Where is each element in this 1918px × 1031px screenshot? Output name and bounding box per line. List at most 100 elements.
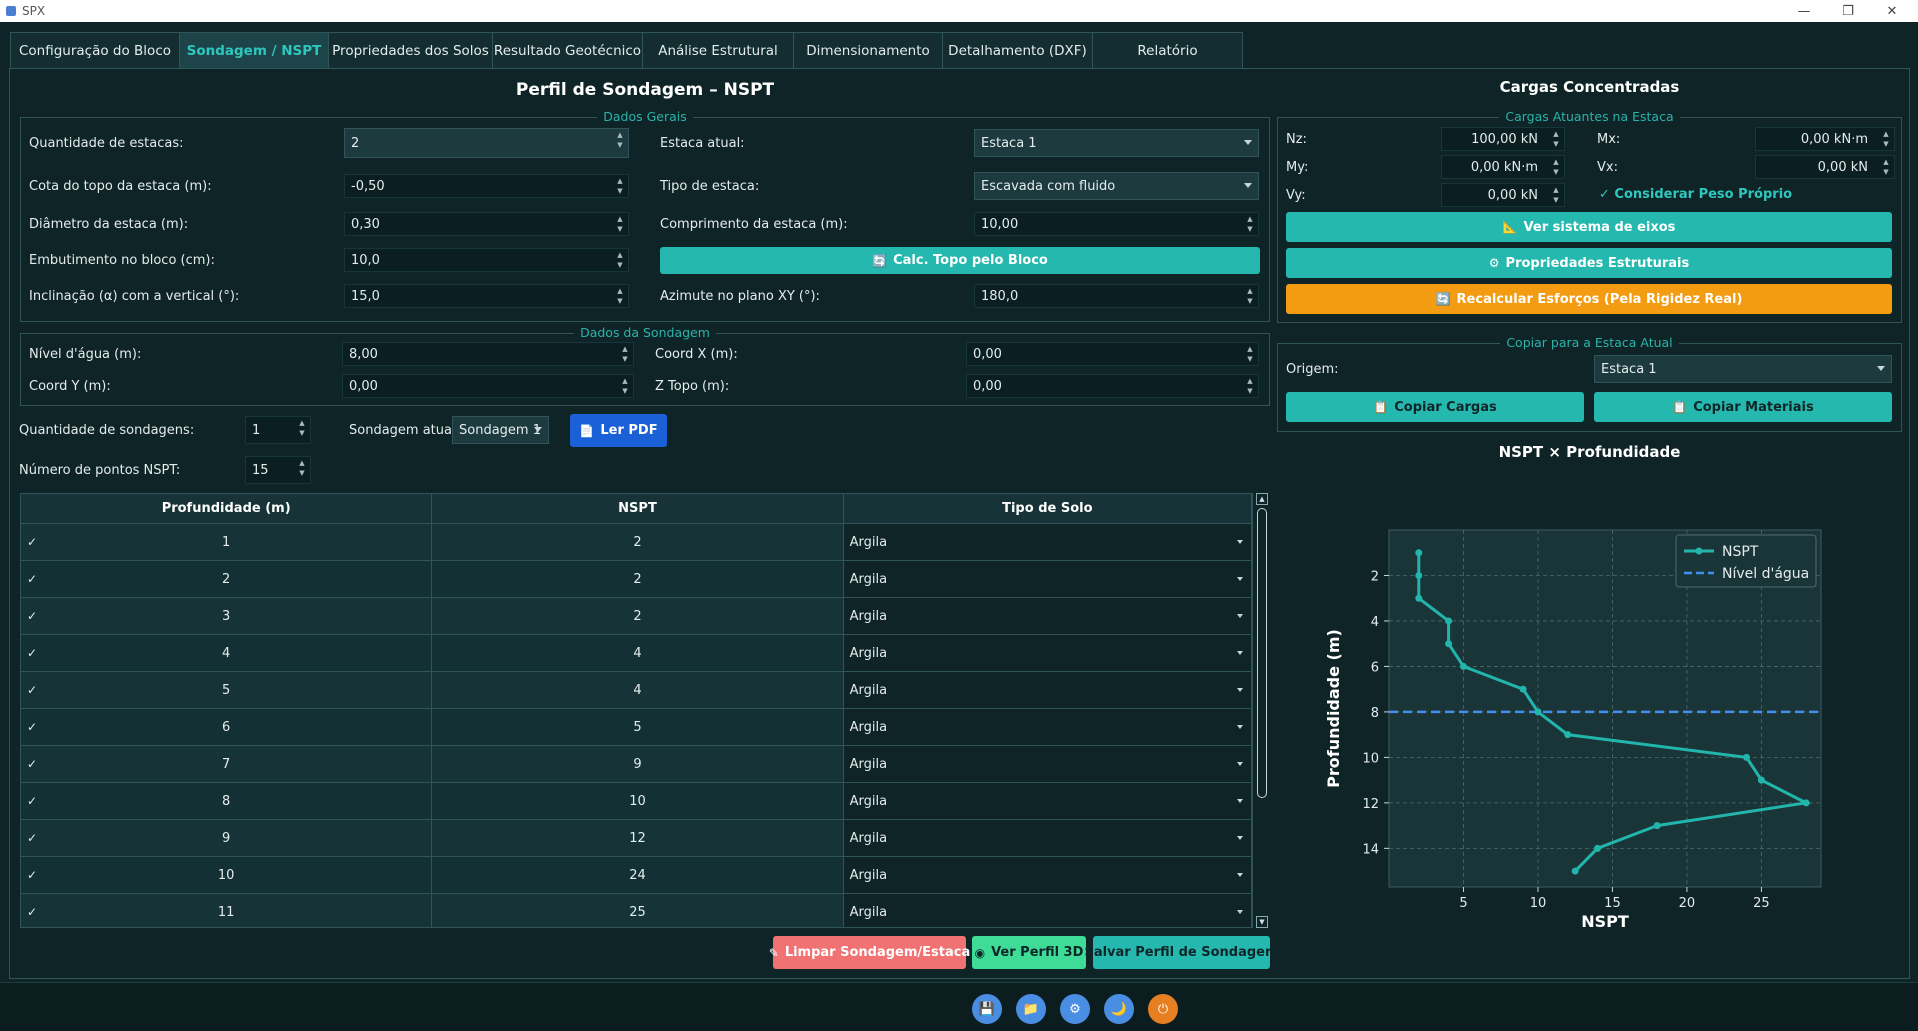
spin-arrows-icon[interactable]: ▲ ▼ xyxy=(614,177,626,195)
table-row[interactable]: ✓ 5 4 Argila xyxy=(21,672,1252,709)
table-row[interactable]: ✓ 10 24 Argila xyxy=(21,857,1252,894)
tab-resultado-geotecnico[interactable]: Resultado Geotécnico xyxy=(492,32,643,69)
header-tipo-solo[interactable]: Tipo de Solo xyxy=(844,494,1252,523)
cell-tipo-solo[interactable]: Argila xyxy=(843,746,1252,782)
peso-proprio-checkbox[interactable]: ✓ Considerar Peso Próprio xyxy=(1599,187,1792,202)
recalcular-button[interactable]: 🔄 Recalcular Esforços (Pela Rigidez Real… xyxy=(1286,284,1892,314)
table-row[interactable]: ✓ 4 4 Argila xyxy=(21,635,1252,672)
tab-analise-estrutural[interactable]: Análise Estrutural xyxy=(642,32,794,69)
spin-arrows-icon[interactable]: ▲ ▼ xyxy=(1244,287,1256,305)
nivel-agua-field[interactable]: 8,00 ▲ ▼ xyxy=(342,342,634,366)
spin-arrows-icon[interactable]: ▲ ▼ xyxy=(614,215,626,233)
header-profundidade[interactable]: Profundidade (m) xyxy=(21,494,433,523)
vx-field[interactable]: 0,00 kN ▲ ▼ xyxy=(1755,155,1895,179)
spin-arrows-icon[interactable]: ▲ ▼ xyxy=(1880,158,1892,176)
spin-arrows-icon[interactable]: ▲ ▼ xyxy=(1550,186,1562,204)
cell-profundidade[interactable]: ✓ 11 xyxy=(21,894,433,927)
cell-tipo-solo[interactable]: Argila xyxy=(843,598,1252,634)
spin-arrows-icon[interactable]: ▲ ▼ xyxy=(619,345,631,363)
cell-nspt[interactable]: 2 xyxy=(432,561,844,597)
spin-arrows-icon[interactable]: ▲ ▼ xyxy=(296,459,308,477)
cell-nspt[interactable]: 4 xyxy=(432,672,844,708)
minimize-button[interactable]: — xyxy=(1782,0,1826,22)
azimute-field[interactable]: 180,0 ▲ ▼ xyxy=(974,284,1259,308)
scroll-thumb[interactable] xyxy=(1257,508,1267,798)
spin-arrows-icon[interactable]: ▲ ▼ xyxy=(1244,345,1256,363)
row-check-icon[interactable]: ✓ xyxy=(27,794,37,808)
row-check-icon[interactable]: ✓ xyxy=(27,572,37,586)
ver-eixos-button[interactable]: 📐 Ver sistema de eixos xyxy=(1286,212,1892,242)
spin-arrows-icon[interactable]: ▲ ▼ xyxy=(614,251,626,269)
tab-sondagem-nspt[interactable]: Sondagem / NSPT xyxy=(179,32,329,69)
spin-arrows-icon[interactable]: ▲ ▼ xyxy=(614,131,626,149)
cell-tipo-solo[interactable]: Argila xyxy=(843,820,1252,856)
spin-arrows-icon[interactable]: ▲ ▼ xyxy=(1880,130,1892,148)
inclinacao-field[interactable]: 15,0 ▲ ▼ xyxy=(344,284,629,308)
spin-arrows-icon[interactable]: ▲ ▼ xyxy=(296,419,308,437)
tab-configuracao-bloco[interactable]: Configuração do Bloco xyxy=(10,32,180,69)
embutimento-field[interactable]: 10,0 ▲ ▼ xyxy=(344,248,629,272)
copiar-materiais-button[interactable]: 📋 Copiar Materiais xyxy=(1594,392,1892,422)
cell-profundidade[interactable]: ✓ 4 xyxy=(21,635,433,671)
cell-profundidade[interactable]: ✓ 3 xyxy=(21,598,433,634)
ver-perfil-3d-button[interactable]: ◉ Ver Perfil 3D xyxy=(972,936,1086,969)
origem-select[interactable]: Estaca 1 xyxy=(1594,355,1892,383)
vy-field[interactable]: 0,00 kN ▲ ▼ xyxy=(1441,183,1565,207)
cell-profundidade[interactable]: ✓ 2 xyxy=(21,561,433,597)
row-check-icon[interactable]: ✓ xyxy=(27,905,37,919)
moon-icon[interactable]: 🌙 xyxy=(1104,994,1134,1024)
cell-profundidade[interactable]: ✓ 5 xyxy=(21,672,433,708)
comprimento-field[interactable]: 10,00 ▲ ▼ xyxy=(974,212,1259,236)
limpar-button[interactable]: ✎ Limpar Sondagem/Estaca xyxy=(769,936,970,969)
z-topo-field[interactable]: 0,00 ▲ ▼ xyxy=(966,374,1259,398)
ler-pdf-button[interactable]: 📄 Ler PDF xyxy=(570,414,667,447)
coord-y-field[interactable]: 0,00 ▲ ▼ xyxy=(342,374,634,398)
cell-nspt[interactable]: 4 xyxy=(432,635,844,671)
exit-icon[interactable]: ⏻ xyxy=(1148,994,1178,1024)
save-icon[interactable]: 💾 xyxy=(972,994,1002,1024)
my-field[interactable]: 0,00 kN·m ▲ ▼ xyxy=(1441,155,1565,179)
spin-arrows-icon[interactable]: ▲ ▼ xyxy=(1244,215,1256,233)
nz-field[interactable]: 100,00 kN ▲ ▼ xyxy=(1441,127,1565,151)
num-pontos-field[interactable]: 15 ▲ ▼ xyxy=(245,456,311,484)
table-row[interactable]: ✓ 9 12 Argila xyxy=(21,820,1252,857)
row-check-icon[interactable]: ✓ xyxy=(27,609,37,623)
salvar-perfil-button[interactable]: Salvar Perfil de Sondagem xyxy=(1084,936,1279,969)
close-button[interactable]: ✕ xyxy=(1870,0,1914,22)
cota-topo-field[interactable]: -0,50 ▲ ▼ xyxy=(344,174,629,198)
folder-icon[interactable]: 📁 xyxy=(1016,994,1046,1024)
row-check-icon[interactable]: ✓ xyxy=(27,646,37,660)
scroll-down-icon[interactable]: ▼ xyxy=(1256,916,1268,928)
cell-tipo-solo[interactable]: Argila xyxy=(843,783,1252,819)
tipo-estaca-select[interactable]: Escavada com fluido xyxy=(974,172,1259,200)
cell-nspt[interactable]: 9 xyxy=(432,746,844,782)
sondagem-atual-select[interactable]: Sondagem 1 xyxy=(452,416,549,444)
row-check-icon[interactable]: ✓ xyxy=(27,757,37,771)
cell-nspt[interactable]: 2 xyxy=(432,524,844,560)
cell-profundidade[interactable]: ✓ 9 xyxy=(21,820,433,856)
spin-arrows-icon[interactable]: ▲ ▼ xyxy=(619,377,631,395)
table-row[interactable]: ✓ 8 10 Argila xyxy=(21,783,1252,820)
table-row[interactable]: ✓ 11 25 Argila xyxy=(21,894,1252,927)
row-check-icon[interactable]: ✓ xyxy=(27,720,37,734)
spin-arrows-icon[interactable]: ▲ ▼ xyxy=(614,287,626,305)
spin-arrows-icon[interactable]: ▲ ▼ xyxy=(1550,158,1562,176)
tab-propriedades-solos[interactable]: Propriedades dos Solos xyxy=(328,32,493,69)
table-row[interactable]: ✓ 1 2 Argila xyxy=(21,524,1252,561)
row-check-icon[interactable]: ✓ xyxy=(27,683,37,697)
prop-estruturais-button[interactable]: ⚙ Propriedades Estruturais xyxy=(1286,248,1892,278)
cell-profundidade[interactable]: ✓ 7 xyxy=(21,746,433,782)
cell-profundidade[interactable]: ✓ 6 xyxy=(21,709,433,745)
table-row[interactable]: ✓ 3 2 Argila xyxy=(21,598,1252,635)
cell-nspt[interactable]: 2 xyxy=(432,598,844,634)
header-nspt[interactable]: NSPT xyxy=(432,494,844,523)
spin-arrows-icon[interactable]: ▲ ▼ xyxy=(1550,130,1562,148)
maximize-button[interactable]: ❐ xyxy=(1826,0,1870,22)
cell-profundidade[interactable]: ✓ 8 xyxy=(21,783,433,819)
diametro-field[interactable]: 0,30 ▲ ▼ xyxy=(344,212,629,236)
cell-nspt[interactable]: 25 xyxy=(432,894,844,927)
row-check-icon[interactable]: ✓ xyxy=(27,831,37,845)
tab-relatorio[interactable]: Relatório xyxy=(1092,32,1243,69)
spin-arrows-icon[interactable]: ▲ ▼ xyxy=(1244,377,1256,395)
table-scrollbar[interactable]: ▲ ▼ xyxy=(1255,493,1269,928)
